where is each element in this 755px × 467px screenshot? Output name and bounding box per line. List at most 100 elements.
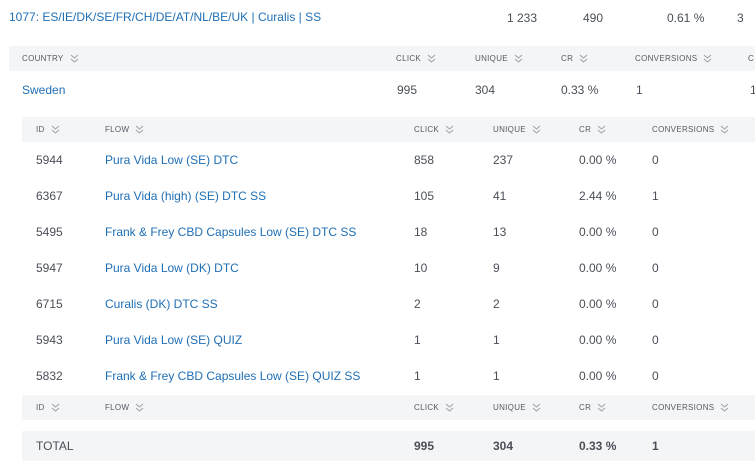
flow-cr-column-header[interactable]: CR [579, 403, 606, 412]
flow-unique: 1 [493, 333, 500, 347]
flow-link[interactable]: Pura Vida (high) (SE) DTC SS [105, 189, 266, 203]
campaign-conversions: 3 [737, 11, 744, 25]
flow-link[interactable]: Frank & Frey CBD Capsules Low (SE) DTC S… [105, 225, 356, 239]
campaign-title-link[interactable]: 1077: ES/IE/DK/SE/FR/CH/DE/AT/NL/BE/UK |… [9, 10, 321, 24]
flow-cr-header-label: CR [579, 125, 592, 134]
flow-conversions-column-header[interactable]: CONVERSIONS [652, 403, 729, 412]
conversions-header-label: CONVERSIONS [635, 54, 698, 63]
flow-link[interactable]: Curalis (DK) DTC SS [105, 297, 218, 311]
sort-chevron-icon[interactable] [135, 125, 144, 134]
flow-cr: 0.00 % [579, 261, 617, 275]
id-header-label: ID [36, 125, 45, 134]
flow-click-column-header[interactable]: CLICK [414, 403, 454, 412]
flow-conversions: 0 [652, 153, 659, 167]
flow-conversions-column-header[interactable]: CONVERSIONS [652, 125, 729, 134]
flow-unique-header-label: UNIQUE [493, 403, 526, 412]
country-header-label: COUNTRY [22, 54, 64, 63]
flow-id: 6715 [36, 297, 63, 311]
country-cr: 0.33 % [561, 83, 599, 97]
sort-chevron-icon[interactable] [445, 125, 454, 134]
flow-id: 6367 [36, 189, 63, 203]
flow-unique: 13 [493, 225, 507, 239]
sort-chevron-icon[interactable] [51, 403, 60, 412]
flow-unique: 9 [493, 261, 500, 275]
total-unique: 304 [493, 439, 514, 453]
flow-cr-column-header[interactable]: CR [579, 125, 606, 134]
flow-cr: 0.00 % [579, 297, 617, 311]
flow-cr: 0.00 % [579, 153, 617, 167]
total-click: 995 [414, 439, 435, 453]
flow-unique-column-header[interactable]: UNIQUE [493, 125, 541, 134]
flow-conversions: 1 [652, 189, 659, 203]
cr-column-header[interactable]: CR [561, 54, 588, 63]
flow-conversions: 0 [652, 333, 659, 347]
click-column-header[interactable]: CLICK [396, 54, 436, 63]
flow-click: 10 [414, 261, 428, 275]
id-column-header[interactable]: ID [36, 403, 60, 412]
flow-click-column-header[interactable]: CLICK [414, 125, 454, 134]
flow-id: 5832 [36, 369, 63, 383]
campaign-click: 1 233 [507, 11, 538, 25]
flow-click-header-label: CLICK [414, 125, 440, 134]
campaign-cr: 0.61 % [667, 11, 705, 25]
unique-header-label: UNIQUE [475, 54, 508, 63]
click-header-label: CLICK [396, 54, 422, 63]
flow-cr: 0.00 % [579, 369, 617, 383]
campaign-unique: 490 [583, 11, 604, 25]
unique-column-header[interactable]: UNIQUE [475, 54, 523, 63]
flow-click: 858 [414, 153, 435, 167]
flow-header-label: FLOW [105, 125, 130, 134]
flow-conversions: 0 [652, 369, 659, 383]
sort-chevron-icon[interactable] [532, 125, 541, 134]
flow-header-label: FLOW [105, 403, 130, 412]
sort-chevron-icon[interactable] [51, 125, 60, 134]
sort-chevron-icon[interactable] [597, 403, 606, 412]
flow-id: 5944 [36, 153, 63, 167]
flow-column-header[interactable]: FLOW [105, 403, 144, 412]
cr-header-label: CR [561, 54, 574, 63]
sort-chevron-icon[interactable] [703, 54, 712, 63]
sort-chevron-icon[interactable] [720, 403, 729, 412]
sort-chevron-icon[interactable] [720, 125, 729, 134]
sort-chevron-icon[interactable] [135, 403, 144, 412]
sort-chevron-icon[interactable] [514, 54, 523, 63]
id-header-label: ID [36, 403, 45, 412]
flow-conversions: 0 [652, 225, 659, 239]
sort-chevron-icon[interactable] [445, 403, 454, 412]
flow-click: 18 [414, 225, 428, 239]
flow-column-header[interactable]: FLOW [105, 125, 144, 134]
flow-link[interactable]: Pura Vida Low (SE) DTC [105, 153, 238, 167]
country-column-header[interactable]: COUNTRY [22, 54, 79, 63]
flow-click: 1 [414, 333, 421, 347]
flow-unique: 2 [493, 297, 500, 311]
conversions-column-header[interactable]: CONVERSIONS [635, 54, 712, 63]
flow-link[interactable]: Pura Vida Low (DK) DTC [105, 261, 239, 275]
flow-cr: 0.00 % [579, 333, 617, 347]
flow-unique: 237 [493, 153, 514, 167]
sort-chevron-icon[interactable] [597, 125, 606, 134]
flow-conversions-header-label: CONVERSIONS [652, 403, 715, 412]
flow-cr: 0.00 % [579, 225, 617, 239]
total-conversions: 1 [652, 439, 659, 453]
sort-chevron-icon[interactable] [579, 54, 588, 63]
flow-link[interactable]: Pura Vida Low (SE) QUIZ [105, 333, 242, 347]
sort-chevron-icon[interactable] [532, 403, 541, 412]
total-row [22, 431, 755, 461]
flow-conversions: 0 [652, 261, 659, 275]
sort-chevron-icon[interactable] [427, 54, 436, 63]
flow-click: 105 [414, 189, 435, 203]
flow-link[interactable]: Frank & Frey CBD Capsules Low (SE) QUIZ … [105, 369, 360, 383]
flow-conversions: 0 [652, 297, 659, 311]
flow-click: 2 [414, 297, 421, 311]
id-column-header[interactable]: ID [36, 125, 60, 134]
flow-cr-header-label: CR [579, 403, 592, 412]
extra-column-header[interactable]: C [748, 54, 754, 63]
flow-click-header-label: CLICK [414, 403, 440, 412]
sort-chevron-icon[interactable] [70, 54, 79, 63]
flow-id: 5943 [36, 333, 63, 347]
country-link-sweden[interactable]: Sweden [22, 83, 65, 97]
flow-id: 5495 [36, 225, 63, 239]
flow-unique-header-label: UNIQUE [493, 125, 526, 134]
country-conversions: 1 [636, 83, 643, 97]
flow-unique-column-header[interactable]: UNIQUE [493, 403, 541, 412]
